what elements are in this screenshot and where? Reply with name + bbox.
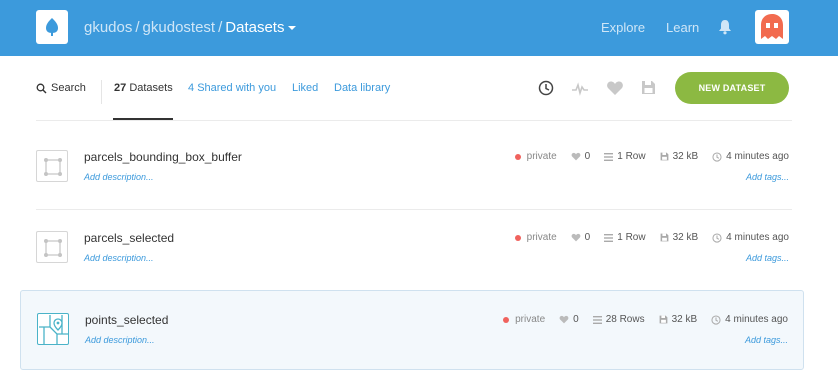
last-updated: 4 minutes ago	[712, 151, 789, 162]
clock-icon	[712, 151, 722, 162]
dataset-name[interactable]: parcels_selected	[84, 231, 174, 245]
search-label: Search	[51, 82, 86, 94]
dataset-name[interactable]: parcels_bounding_box_buffer	[84, 150, 242, 164]
floppy-disk-icon	[660, 152, 668, 161]
top-navigation-bar: gkudos / gkudostest / Datasets Explore Learn	[0, 0, 838, 56]
datasets-tab-label: Datasets	[129, 82, 173, 94]
search-toggle[interactable]: Search	[36, 82, 86, 94]
tab-liked[interactable]: Liked	[292, 82, 318, 94]
rows-icon	[604, 233, 614, 242]
last-updated: 4 minutes ago	[712, 232, 789, 243]
tab-data-library[interactable]: Data library	[334, 82, 390, 94]
rows-icon	[604, 152, 614, 161]
nav-explore[interactable]: Explore	[601, 20, 645, 35]
add-description-link[interactable]: Add description...	[84, 253, 154, 263]
heart-icon	[571, 152, 581, 161]
dataset-name[interactable]: points_selected	[85, 313, 168, 327]
nav-learn[interactable]: Learn	[666, 20, 699, 35]
tab-shared-with-you[interactable]: 4 Shared with you	[188, 82, 276, 94]
add-description-link[interactable]: Add description...	[84, 172, 154, 182]
dataset-row[interactable]: points_selected Add description... priva…	[20, 290, 804, 370]
floppy-disk-icon	[660, 233, 668, 242]
datasets-count: 27	[114, 82, 127, 94]
notifications-bell-icon[interactable]	[718, 19, 732, 40]
dataset-size: 32 kB	[659, 314, 697, 325]
row-count: 1 Row	[604, 151, 646, 162]
add-description-link[interactable]: Add description...	[85, 335, 155, 345]
add-tags-link[interactable]: Add tags...	[746, 253, 789, 263]
floppy-disk-icon	[659, 315, 667, 324]
clock-icon	[712, 232, 722, 243]
carto-logo-icon	[46, 18, 58, 36]
ghost-avatar-icon	[761, 14, 783, 39]
floppy-disk-icon[interactable]	[641, 80, 656, 100]
clock-icon	[711, 314, 721, 325]
breadcrumb-separator: /	[218, 19, 223, 36]
user-avatar[interactable]	[755, 10, 789, 44]
datasets-filter-bar: Search 27 Datasets 4 Shared with you Lik…	[36, 72, 792, 120]
polygon-geometry-icon	[36, 150, 68, 182]
tab-datasets[interactable]: 27 Datasets	[114, 82, 173, 94]
dataset-size: 32 kB	[660, 151, 698, 162]
search-icon	[36, 83, 47, 93]
privacy-status[interactable]: private	[503, 314, 545, 325]
map-pin-geometry-icon	[37, 313, 69, 345]
private-dot-icon	[514, 153, 521, 160]
new-dataset-button[interactable]: NEW DATASET	[675, 72, 789, 104]
breadcrumb: gkudos / gkudostest / Datasets	[84, 19, 297, 36]
filter-bar-divider	[36, 120, 792, 121]
heart-icon[interactable]	[606, 80, 624, 101]
dataset-size: 32 kB	[660, 232, 698, 243]
dataset-meta: private 0 28 Rows 32 kB 4 minutes ago	[503, 314, 788, 325]
dataset-meta: private 0 1 Row 32 kB 4 minutes ago	[514, 232, 789, 243]
breadcrumb-org[interactable]: gkudostest	[143, 19, 216, 36]
shared-tab-label: Shared with you	[197, 82, 277, 94]
likes-count[interactable]: 0	[571, 151, 590, 162]
heart-icon	[559, 315, 569, 324]
heart-icon	[571, 233, 581, 242]
activity-icon[interactable]	[571, 80, 589, 101]
dataset-row[interactable]: parcels_bounding_box_buffer Add descript…	[20, 128, 804, 208]
rows-icon	[592, 315, 602, 324]
dataset-row[interactable]: parcels_selected Add description... priv…	[20, 209, 804, 289]
add-tags-link[interactable]: Add tags...	[745, 335, 788, 345]
shared-count: 4	[188, 82, 195, 94]
privacy-status[interactable]: private	[514, 151, 557, 162]
dataset-meta: private 0 1 Row 32 kB 4 minutes ago	[514, 151, 789, 162]
breadcrumb-separator: /	[135, 19, 140, 36]
carto-logo[interactable]	[36, 10, 68, 44]
add-tags-link[interactable]: Add tags...	[746, 172, 789, 182]
likes-count[interactable]: 0	[571, 232, 590, 243]
likes-count[interactable]: 0	[559, 314, 579, 325]
polygon-geometry-icon	[36, 231, 68, 263]
divider	[101, 80, 102, 104]
breadcrumb-current-section[interactable]: Datasets	[225, 19, 284, 36]
private-dot-icon	[514, 234, 521, 241]
breadcrumb-user[interactable]: gkudos	[84, 19, 132, 36]
chevron-down-icon[interactable]	[288, 26, 297, 31]
clock-icon[interactable]	[538, 80, 554, 101]
private-dot-icon	[503, 316, 510, 323]
row-count: 28 Rows	[592, 314, 645, 325]
row-count: 1 Row	[604, 232, 646, 243]
privacy-status[interactable]: private	[514, 232, 557, 243]
last-updated: 4 minutes ago	[711, 314, 788, 325]
